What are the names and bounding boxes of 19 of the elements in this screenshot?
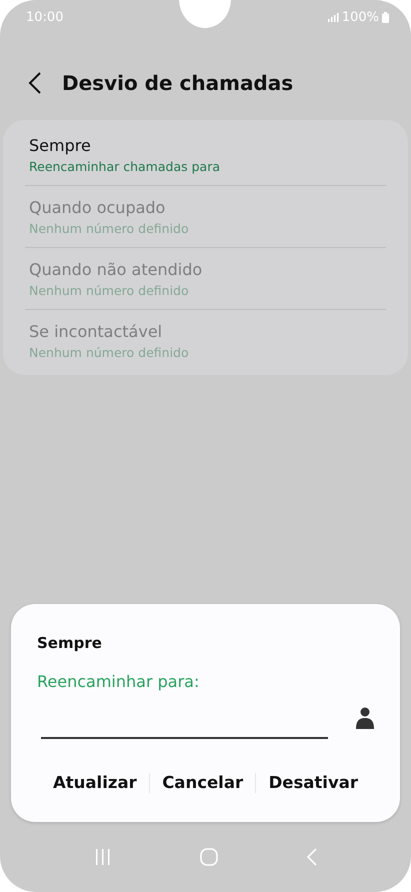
item-subtitle: Nenhum número definido — [29, 283, 190, 298]
contact-icon[interactable] — [356, 707, 374, 729]
battery-icon — [382, 12, 389, 22]
dialog-button[interactable]: Cancelar — [160, 769, 246, 796]
dialog-button[interactable]: Atualizar — [51, 769, 139, 796]
item-title: Quando ocupado — [29, 198, 166, 217]
back-icon[interactable] — [28, 72, 42, 94]
item-subtitle: Nenhum número definido — [29, 345, 190, 360]
item-subtitle: Nenhum número definido — [29, 221, 190, 236]
field-label: Reencaminhar para: — [37, 672, 200, 691]
signal-icon — [328, 12, 339, 22]
settings-item[interactable]: Sempre Reencaminhar chamadas para — [3, 124, 408, 185]
item-title: Quando não atendido — [29, 260, 204, 279]
page-title: Desvio de chamadas — [62, 71, 294, 95]
item-title: Sempre — [29, 136, 92, 155]
item-subtitle: Reencaminhar chamadas para — [29, 159, 221, 174]
dialog-button[interactable]: Desativar — [266, 769, 360, 796]
dialog-title: Sempre — [37, 634, 103, 652]
item-title: Se incontactável — [29, 322, 164, 341]
